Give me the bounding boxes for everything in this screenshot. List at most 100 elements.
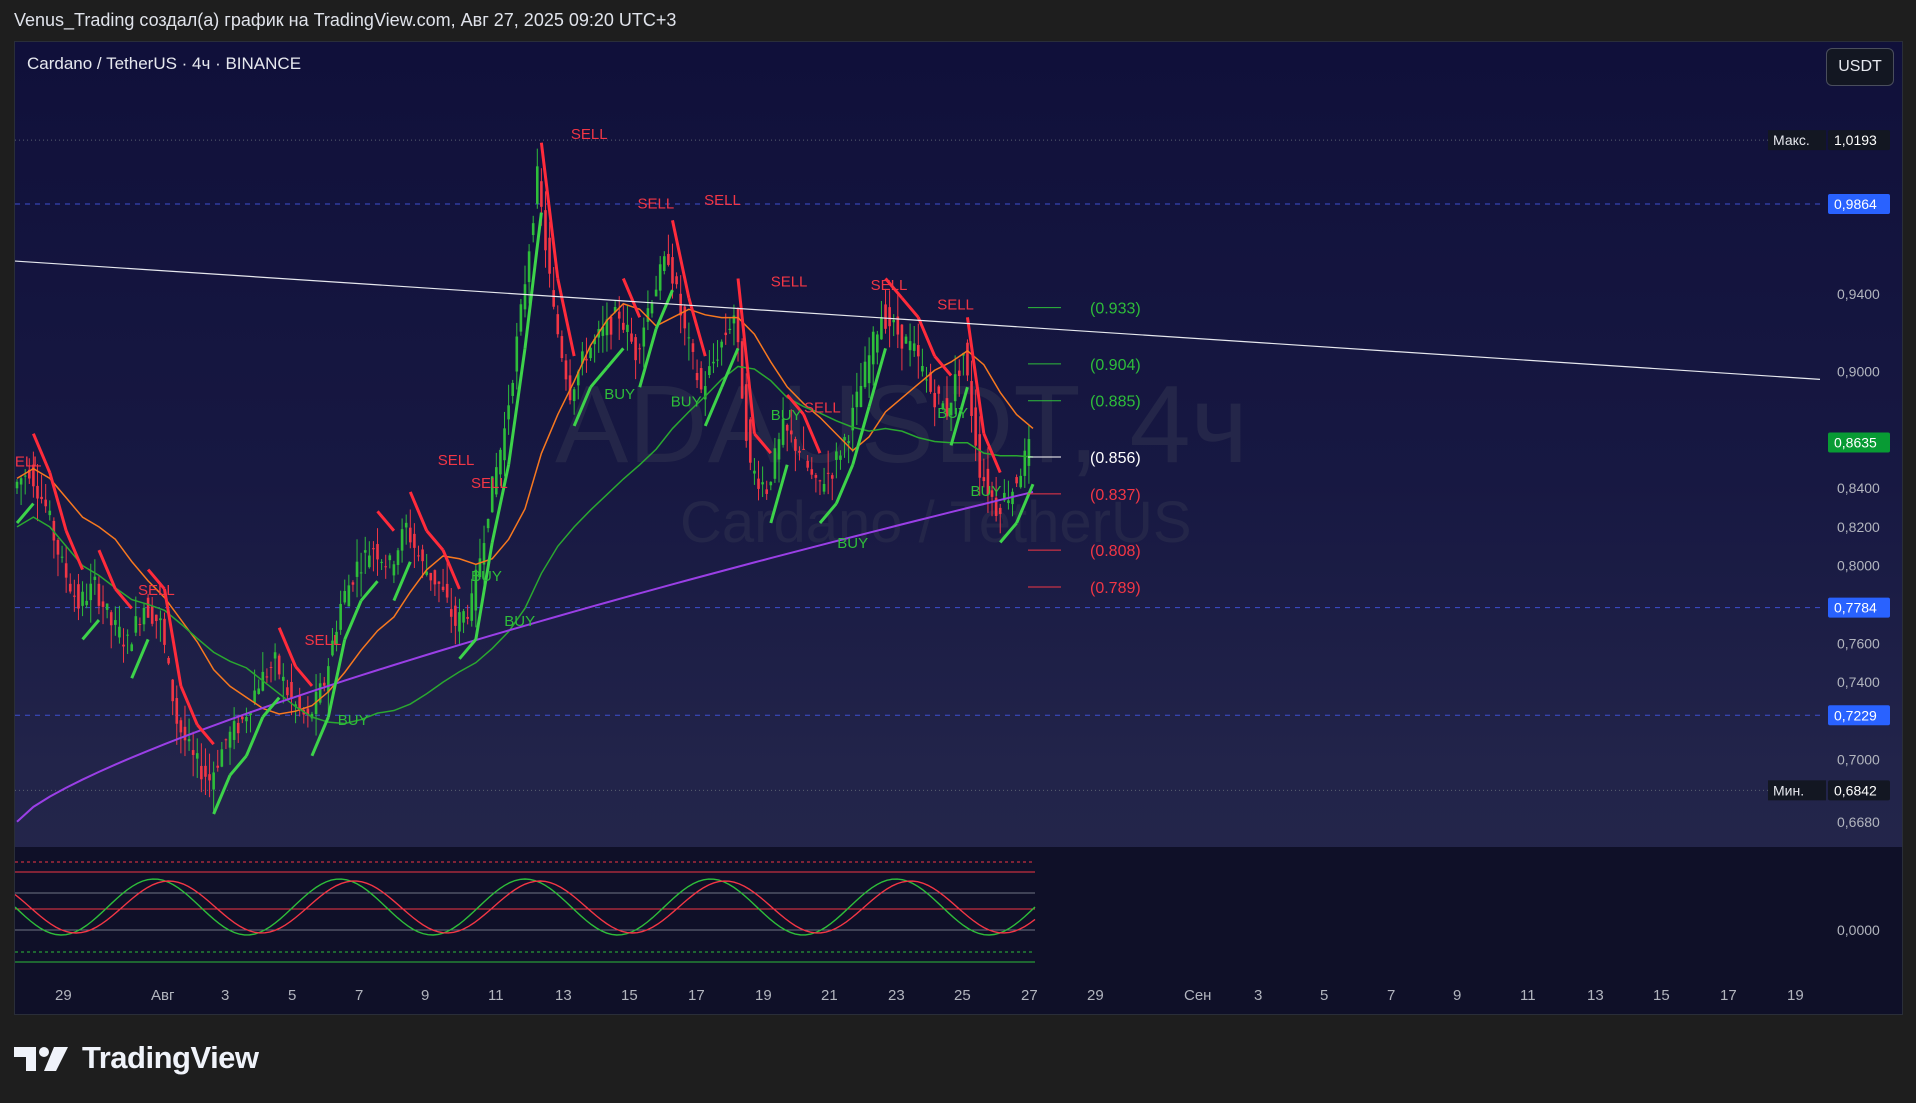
signal-label-sell: SELL xyxy=(638,196,675,213)
supertrend-line xyxy=(294,665,314,687)
candle-body xyxy=(138,624,142,626)
supertrend-line xyxy=(343,600,363,640)
x-axis-tick-label: 7 xyxy=(1387,987,1395,1004)
candle-body xyxy=(23,475,27,477)
candle-body xyxy=(396,550,400,565)
symbol-title[interactable]: Cardano / TetherUS · 4ч · BINANCE xyxy=(27,54,301,74)
x-axis-tick-label: 9 xyxy=(421,987,429,1004)
candle-body xyxy=(900,324,904,349)
supertrend-line xyxy=(228,754,248,777)
candle-body xyxy=(785,424,789,431)
signal-label-sell: SELL xyxy=(305,632,342,649)
candle-body xyxy=(241,716,244,720)
candle-body xyxy=(634,337,637,361)
y-axis-tick-label: 0,9400 xyxy=(1837,286,1880,302)
candle-body xyxy=(695,373,699,381)
candle-body xyxy=(560,336,564,359)
candle-body xyxy=(556,314,560,335)
candle-body xyxy=(974,407,977,446)
x-axis-tick-label: 11 xyxy=(488,987,504,1004)
candle-body xyxy=(290,681,293,699)
candle-body xyxy=(89,583,93,601)
candle-body xyxy=(392,564,396,576)
fib-level-label: (0.904) xyxy=(1090,357,1141,374)
price-chart[interactable]: 0,9400 0,9000 0,8400 0,8200 0,8000 0,7600 0,74… xyxy=(15,42,1902,1014)
signal-label-sell: SELL xyxy=(771,273,808,290)
supertrend-line xyxy=(163,588,183,687)
candle-body xyxy=(232,721,236,740)
candle-body xyxy=(720,341,723,348)
candle-body xyxy=(548,237,551,274)
candle-body xyxy=(925,379,928,381)
candle-body xyxy=(904,336,908,344)
candle-body xyxy=(712,361,715,364)
candle-body xyxy=(286,687,289,696)
candle-body xyxy=(830,475,834,479)
candle-body xyxy=(368,555,371,568)
candle-body xyxy=(507,405,510,420)
candle-body xyxy=(966,342,969,376)
x-axis-tick-label: 5 xyxy=(1320,987,1328,1004)
supertrend-line xyxy=(359,580,379,602)
candle-body xyxy=(515,336,519,372)
supertrend-line xyxy=(212,774,232,815)
candle-body xyxy=(269,666,273,668)
candle-body xyxy=(667,253,670,265)
supertrend-line xyxy=(81,619,101,641)
candle-body xyxy=(449,609,453,617)
candle-body xyxy=(44,499,47,507)
x-axis-tick-label: 9 xyxy=(1453,987,1461,1004)
supertrend-line xyxy=(900,296,920,319)
candle-body xyxy=(380,561,383,563)
candle-body xyxy=(646,308,650,322)
candle-body xyxy=(662,256,666,271)
currency-button[interactable]: USDT xyxy=(1826,48,1894,86)
candle-body xyxy=(921,365,924,372)
candle-body xyxy=(1015,477,1018,484)
candle-body xyxy=(982,477,986,482)
trendline xyxy=(15,260,1821,380)
candle-body xyxy=(527,251,531,283)
candle-body xyxy=(957,370,961,376)
signal-label-buy: BUY xyxy=(671,394,702,411)
candle-body xyxy=(470,593,474,621)
signal-label-buy: BUY xyxy=(504,613,535,630)
signal-label-sell: SELL xyxy=(871,277,908,294)
candle-body xyxy=(708,366,711,376)
y-axis-tick-label: 0,7000 xyxy=(1837,752,1880,768)
candle-body xyxy=(48,510,52,516)
y-axis-tick-label: 0,9000 xyxy=(1837,364,1880,380)
candle-body xyxy=(376,544,379,560)
candle-body xyxy=(609,316,613,335)
candle-body xyxy=(802,448,805,450)
x-axis-tick-label: 7 xyxy=(355,987,363,1004)
candle-body xyxy=(421,549,424,562)
chart-panel[interactable]: 0,9400 0,9000 0,8400 0,8200 0,8000 0,7600 0,74… xyxy=(14,41,1903,1015)
candle-body xyxy=(658,264,662,291)
max-price-label-prefix: Макс. xyxy=(1773,132,1810,148)
tradingview-logo[interactable]: TradingView xyxy=(14,1040,259,1076)
min-price-label: 0,6842 xyxy=(1834,782,1877,798)
signal-label-sell: SELL xyxy=(804,399,841,416)
supertrend-line xyxy=(408,491,429,532)
x-axis-tick-label: 19 xyxy=(1787,987,1804,1004)
supertrend-line xyxy=(621,277,642,318)
fib-level-label: (0.933) xyxy=(1090,301,1141,318)
x-axis-tick-label: 3 xyxy=(1254,987,1262,1004)
supertrend-line xyxy=(916,316,937,357)
candle-body xyxy=(835,451,838,460)
candle-body xyxy=(540,181,543,207)
candle-body xyxy=(60,556,64,558)
candle-body xyxy=(216,765,220,768)
y-axis-tick-label: 0,8000 xyxy=(1837,558,1880,574)
candle-body xyxy=(937,386,941,394)
candle-body xyxy=(654,289,658,297)
candle-body xyxy=(486,518,490,529)
candle-body xyxy=(253,690,256,703)
candle-body xyxy=(388,555,392,561)
candle-body xyxy=(876,334,879,353)
supertrend-line xyxy=(441,549,461,590)
candle-body xyxy=(437,581,441,584)
candle-body xyxy=(794,439,797,451)
candle-body xyxy=(761,482,764,485)
